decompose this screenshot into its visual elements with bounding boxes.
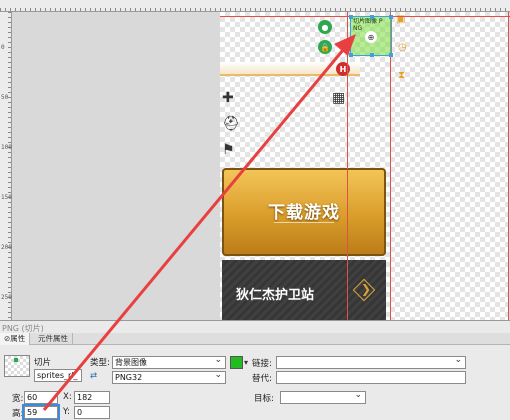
ruler-number: 0 <box>1 44 5 51</box>
height-label: 高: <box>12 409 24 419</box>
height-input[interactable]: 59 <box>22 404 60 420</box>
ruler-number: 250 <box>1 294 12 301</box>
clock-icon: ◷ <box>398 42 407 53</box>
banner-divider <box>274 222 334 223</box>
y-label: Y: <box>63 407 70 417</box>
tab-properties[interactable]: ⊘属性 <box>0 333 31 345</box>
y-input[interactable]: 0 <box>74 406 110 419</box>
helmet-icon: ⛑ <box>222 116 240 132</box>
hourglass-icon: ⧗ <box>398 70 406 81</box>
x-label: X: <box>63 392 72 402</box>
resize-handle[interactable] <box>370 15 374 19</box>
flag-icon: ⚑ <box>222 142 235 158</box>
guard-banner-text: 狄仁杰护卫站 <box>236 288 315 303</box>
slice-overlay-label: 切片图像 P NG <box>353 18 383 32</box>
slice-name-input[interactable]: sprites_rl_ <box>34 369 82 382</box>
width-label: 宽: <box>12 394 24 404</box>
app-window: 0 50 100 150 200 250 ● 🔒 H ✚ ⛑ ⚑ ▦ ▣ ◷ ⧗… <box>0 0 510 420</box>
link-input[interactable] <box>276 356 466 369</box>
x-input[interactable]: 182 <box>74 391 110 404</box>
alt-input[interactable] <box>276 371 466 384</box>
download-banner-text: 下载游戏 <box>268 203 340 223</box>
selected-slice[interactable]: 切片图像 P NG ⊕ <box>349 15 393 57</box>
slice-label: 切片 <box>34 358 52 368</box>
ruler-number: 50 <box>1 94 9 101</box>
type-select[interactable]: 背景图像 <box>112 356 226 369</box>
slice-thumbnail <box>4 355 30 377</box>
slice-guide-vertical[interactable] <box>508 12 509 320</box>
download-game-banner[interactable]: 下载游戏 <box>222 168 386 256</box>
ruler-number: 100 <box>1 144 12 151</box>
resize-handle[interactable] <box>349 15 353 19</box>
guard-station-banner[interactable]: 狄仁杰护卫站 ❯ <box>222 260 386 320</box>
link-label: 链接: <box>252 359 272 369</box>
ruler-number: 150 <box>1 194 12 201</box>
sprite-canvas-strip[interactable] <box>390 12 508 320</box>
target-label: 目标: <box>254 394 274 404</box>
calendar-icon: ▦ <box>332 90 346 106</box>
puzzle-icon: ✚ <box>222 90 234 106</box>
chevron-down-icon[interactable]: ▾ <box>244 358 248 367</box>
ruler-number: 200 <box>1 244 12 251</box>
resize-handle[interactable] <box>389 53 393 57</box>
tab-symbol-properties[interactable]: 元件属性 <box>34 333 73 345</box>
resize-handle[interactable] <box>370 53 374 57</box>
horizontal-ruler[interactable] <box>0 0 510 12</box>
properties-panel: PNG (切片) ⊘属性 元件属性 切片 sprites_rl_ 类型: 背景图… <box>0 320 510 420</box>
slice-guide-vertical[interactable] <box>390 12 391 320</box>
lock-icon: 🔒 <box>318 40 332 54</box>
resize-handle[interactable] <box>349 53 353 57</box>
alt-label: 替代: <box>252 374 272 384</box>
green-dot-icon: ● <box>318 20 332 34</box>
slice-target-icon: ⊕ <box>365 31 377 43</box>
width-input[interactable]: 60 <box>24 391 58 404</box>
type-label: 类型: <box>90 358 110 368</box>
target-select[interactable] <box>280 391 366 404</box>
format-select[interactable]: PNG32 <box>112 371 226 384</box>
export-icon[interactable]: ⇄ <box>90 371 97 381</box>
chevron-right-icon: ❯ <box>361 282 372 296</box>
panel-tabs: ⊘属性 元件属性 <box>0 333 510 345</box>
slice-guide-vertical[interactable] <box>347 12 348 320</box>
background-color-swatch[interactable] <box>230 356 243 369</box>
resize-handle[interactable] <box>389 15 393 19</box>
vertical-ruler[interactable]: 0 50 100 150 200 250 <box>0 12 12 320</box>
document-canvas-area[interactable]: ● 🔒 H ✚ ⛑ ⚑ ▦ ▣ ◷ ⧗ 下载游戏 狄仁杰护卫站 ❯ 切片图像 P… <box>12 12 510 320</box>
